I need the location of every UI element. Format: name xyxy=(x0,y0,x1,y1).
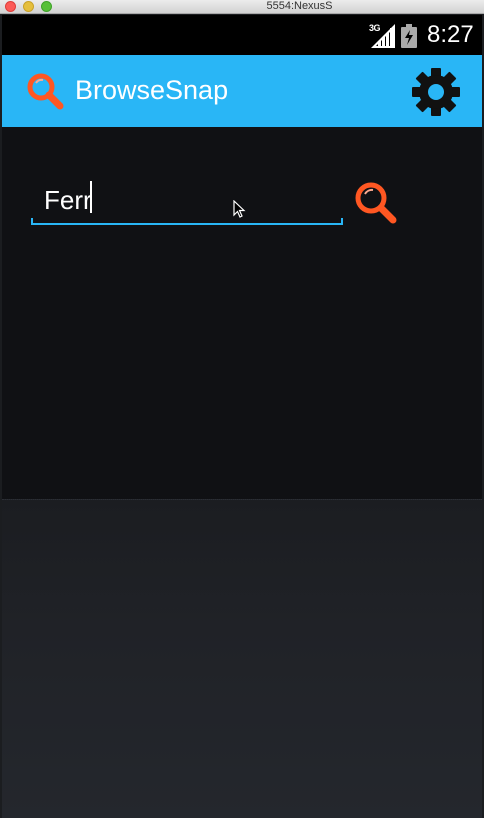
search-input[interactable] xyxy=(44,183,324,217)
status-bar: 3G 8:27 xyxy=(2,15,482,55)
device-screen: 3G 8:27 BrowseSnap xyxy=(2,15,482,818)
search-icon xyxy=(27,73,64,110)
action-bar: BrowseSnap xyxy=(2,55,482,127)
app-title: BrowseSnap xyxy=(75,75,229,105)
empty-results-area xyxy=(2,499,482,818)
search-button[interactable] xyxy=(352,179,400,227)
main-content xyxy=(2,127,482,818)
window-titlebar: 5554:NexusS xyxy=(0,0,484,14)
window-title: 5554:NexusS xyxy=(266,0,333,12)
search-field[interactable] xyxy=(31,169,343,225)
signal-icon xyxy=(371,24,395,48)
battery-charging-icon xyxy=(401,24,417,48)
gear-icon xyxy=(412,68,460,116)
mouse-pointer-icon xyxy=(233,200,246,218)
settings-button[interactable] xyxy=(410,66,462,118)
emulator-window: 5554:NexusS 3G 8:27 BrowseSnap Ferr xyxy=(0,0,484,818)
text-caret xyxy=(90,181,92,213)
status-clock: 8:27 xyxy=(427,21,474,48)
search-icon xyxy=(355,182,397,224)
